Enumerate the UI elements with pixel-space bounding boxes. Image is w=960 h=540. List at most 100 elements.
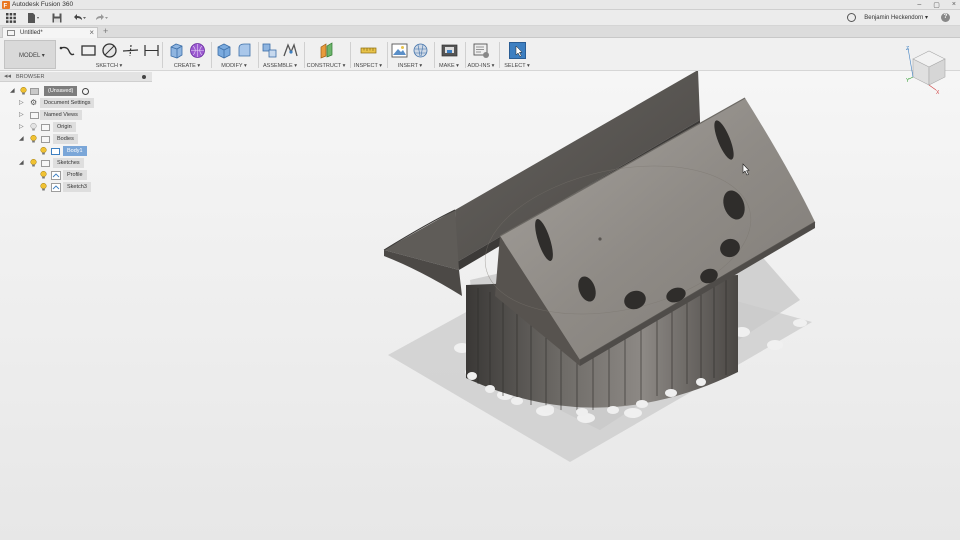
browser-header[interactable]: ◂◂ BROWSER: [0, 72, 152, 82]
tree-label-bodies: Bodies: [53, 134, 78, 144]
document-tab[interactable]: Untitled* ×: [2, 27, 98, 38]
toolbar-divider: [162, 42, 163, 68]
assemble-menu-label: ASSEMBLE ▾: [263, 63, 297, 69]
collapse-arrow-icon[interactable]: ◢: [19, 159, 25, 167]
quick-access-bar: Benjamin Heckendorn ▾ ?: [0, 10, 960, 26]
sketch-icon: [51, 183, 61, 192]
assemble-group[interactable]: ASSEMBLE ▾: [259, 38, 301, 71]
select-group[interactable]: SELECT ▾: [499, 38, 535, 71]
rectangle-tool-icon[interactable]: [80, 42, 97, 59]
visibility-bulb-icon[interactable]: [40, 171, 47, 179]
visibility-bulb-icon[interactable]: [40, 183, 47, 191]
minimize-button[interactable]: –: [917, 1, 921, 9]
circle-tool-icon[interactable]: [101, 42, 118, 59]
undo-icon[interactable]: [72, 13, 87, 23]
add-ins-group[interactable]: ADD-INS ▾: [465, 38, 497, 71]
tree-row-sketch3[interactable]: Sketch3: [0, 182, 152, 193]
user-name: Benjamin Heckendorn: [864, 15, 924, 21]
create-menu-label: CREATE ▾: [173, 63, 201, 69]
user-account-menu[interactable]: Benjamin Heckendorn ▾: [864, 14, 928, 21]
tree-row-document-settings[interactable]: ▷ ⚙ Document Settings: [0, 98, 152, 109]
workspace-switcher[interactable]: MODEL ▾: [4, 40, 56, 69]
visibility-bulb-icon[interactable]: [30, 159, 37, 167]
line-tool-icon[interactable]: [59, 42, 76, 59]
tree-row-body1[interactable]: Body1: [0, 146, 152, 157]
visibility-bulb-off-icon[interactable]: [30, 123, 37, 131]
extrude-icon[interactable]: [168, 42, 185, 59]
tree-label-sketch3: Sketch3: [63, 182, 91, 192]
tree-row-named-views[interactable]: ▷ Named Views: [0, 110, 152, 121]
inspect-group[interactable]: INSPECT ▾: [350, 38, 386, 71]
tree-row-bodies[interactable]: ◢ Bodies: [0, 134, 152, 145]
tree-row-sketches[interactable]: ◢ Sketches: [0, 158, 152, 169]
gear-icon: ⚙: [30, 98, 38, 107]
add-ins-menu-label: ADD-INS ▾: [467, 63, 495, 69]
new-tab-icon[interactable]: +: [103, 26, 108, 36]
sketch-group[interactable]: SKETCH ▾: [58, 38, 160, 71]
joint-icon[interactable]: [282, 42, 299, 59]
body-icon: [51, 147, 60, 155]
tree-label-sketches: Sketches: [53, 158, 84, 168]
back-wall-plate[interactable]: [455, 71, 700, 270]
insert-group[interactable]: INSERT ▾: [387, 38, 433, 71]
select-cursor-icon[interactable]: [508, 42, 526, 59]
maximize-button[interactable]: ▢: [933, 1, 940, 9]
collapse-browser-icon[interactable]: ◂◂: [4, 72, 11, 80]
visibility-bulb-icon[interactable]: [30, 135, 37, 143]
folder-icon: [41, 135, 50, 143]
expand-arrow-icon[interactable]: ▷: [19, 123, 25, 131]
form-icon[interactable]: [189, 42, 206, 59]
fluted-cylinder-body[interactable]: [466, 275, 738, 411]
help-icon[interactable]: ?: [941, 13, 950, 22]
fusion-logo-icon: F: [2, 1, 10, 9]
browser-pin-icon[interactable]: [142, 75, 146, 79]
insert-image-icon[interactable]: [391, 42, 408, 59]
tree-row-root[interactable]: ◢ (Unsaved): [0, 86, 152, 97]
tree-row-profile[interactable]: Profile: [0, 170, 152, 181]
visibility-bulb-icon[interactable]: [40, 147, 47, 155]
z-axis-line: [907, 47, 914, 78]
data-panel-grid-icon[interactable]: [6, 13, 16, 23]
sketch-menu-label: SKETCH ▾: [95, 63, 123, 69]
cylinder-base-cutouts: [467, 372, 706, 416]
document-node-icon: [30, 87, 39, 95]
press-pull-icon[interactable]: [215, 42, 232, 59]
redo-icon[interactable]: [94, 13, 109, 23]
modify-group[interactable]: MODIFY ▾: [212, 38, 256, 71]
activate-radio-icon[interactable]: [82, 87, 89, 95]
viewcube[interactable]: Z Y X: [906, 45, 952, 95]
tree-row-origin[interactable]: ▷ Origin: [0, 122, 152, 133]
collapse-arrow-icon[interactable]: ◢: [10, 87, 16, 95]
offset-plane-icon[interactable]: [318, 42, 335, 59]
folder-icon: [30, 111, 39, 119]
3d-print-icon[interactable]: [441, 42, 458, 59]
trim-tool-icon[interactable]: [122, 42, 139, 59]
collapse-arrow-icon[interactable]: ◢: [19, 135, 25, 143]
construct-group[interactable]: CONSTRUCT ▾: [304, 38, 348, 71]
close-tab-icon[interactable]: ×: [89, 28, 94, 37]
expand-arrow-icon[interactable]: ▷: [19, 99, 25, 107]
create-group[interactable]: CREATE ▾: [164, 38, 210, 71]
new-component-icon[interactable]: [261, 42, 278, 59]
save-icon[interactable]: [52, 13, 62, 23]
fillet-icon[interactable]: [236, 42, 253, 59]
y-axis-line: [908, 76, 914, 80]
expand-arrow-icon[interactable]: ▷: [19, 111, 25, 119]
dimension-tool-icon[interactable]: [143, 42, 160, 59]
make-group[interactable]: MAKE ▾: [434, 38, 464, 71]
measure-icon[interactable]: [360, 42, 377, 59]
file-menu-icon[interactable]: [27, 13, 40, 23]
make-menu-label: MAKE ▾: [439, 63, 459, 69]
curved-trough-body[interactable]: [471, 97, 816, 366]
tree-label-body1: Body1: [63, 146, 87, 156]
close-window-button[interactable]: ×: [952, 1, 956, 9]
insert-mesh-icon[interactable]: [412, 42, 429, 59]
scripts-add-ins-icon[interactable]: [473, 42, 490, 59]
tree-label-document-settings: Document Settings: [40, 98, 95, 108]
document-tab-label: Untitled*: [20, 29, 43, 36]
inspect-menu-label: INSPECT ▾: [353, 63, 383, 69]
job-status-clock-icon[interactable]: [847, 13, 856, 22]
left-wing-flap[interactable]: [383, 209, 462, 296]
ribbon-toolbar: MODEL ▾ SKETCH ▾ CREATE ▾ MODIFY ▾ ASSEM…: [0, 38, 960, 71]
visibility-bulb-icon[interactable]: [20, 87, 27, 95]
